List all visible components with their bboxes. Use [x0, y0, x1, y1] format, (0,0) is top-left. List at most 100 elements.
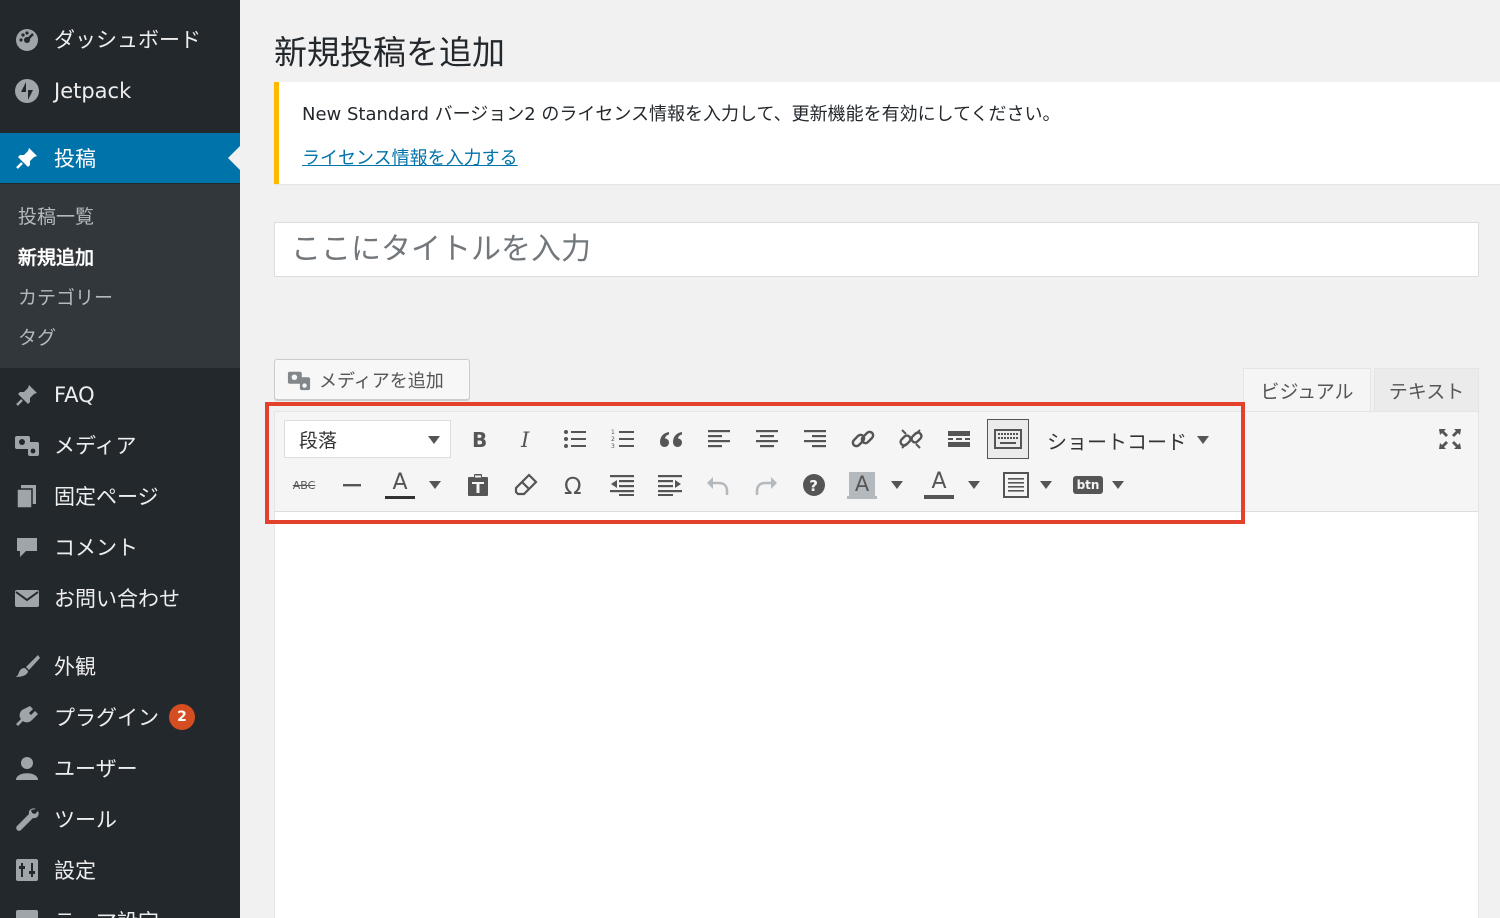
align-center-button[interactable] [749, 421, 785, 457]
shortcode-dropdown[interactable]: ショートコード [1047, 422, 1209, 458]
add-media-label: メディアを追加 [319, 370, 444, 392]
clear-formatting-button[interactable] [508, 467, 544, 503]
sidebar-item-label: メディア [54, 434, 137, 458]
bullet-list-button[interactable] [557, 421, 593, 457]
bold-button[interactable]: B [461, 421, 497, 457]
dashboard-icon [14, 26, 40, 52]
sidebar-item-label: テーマ設定 [54, 906, 159, 918]
background-color-button[interactable]: A [844, 467, 880, 503]
sidebar-item-media[interactable]: メディア [0, 420, 240, 470]
chevron-down-icon [1197, 436, 1209, 444]
font-color-letter: A [931, 469, 947, 494]
read-more-button[interactable] [941, 421, 977, 457]
svg-text:1: 1 [611, 429, 615, 436]
sidebar-item-dashboard[interactable]: ダッシュボード [0, 14, 240, 64]
italic-button[interactable]: I [509, 421, 545, 457]
align-left-button[interactable] [701, 421, 737, 457]
button-shortcode-dropdown[interactable] [1111, 467, 1125, 503]
btn-icon: btn [1072, 476, 1104, 494]
license-link[interactable]: ライセンス情報を入力する [302, 144, 518, 170]
sidebar-item-posts[interactable]: 投稿 [0, 133, 240, 183]
admin-sidebar: ダッシュボード Jetpack 投稿 投稿一覧 新規追加 カテゴリー タグ FA… [0, 0, 240, 918]
paste-text-button[interactable] [460, 467, 496, 503]
button-shortcode-button[interactable]: btn [1070, 467, 1106, 503]
posts-submenu: 投稿一覧 新規追加 カテゴリー タグ [0, 184, 240, 368]
redo-button[interactable] [748, 467, 784, 503]
settings-icon [14, 908, 40, 918]
bullet-list-icon [564, 430, 586, 448]
submenu-item-add-new[interactable]: 新規追加 [18, 243, 94, 270]
text-color-button[interactable]: A [382, 467, 418, 503]
text-color-swatch [385, 495, 415, 499]
sidebar-item-appearance[interactable]: 外観 [0, 641, 240, 691]
sidebar-item-label: 外観 [54, 655, 96, 679]
sidebar-item-users[interactable]: ユーザー [0, 743, 240, 793]
license-notice: New Standard バージョン2 のライセンス情報を入力して、更新機能を有… [274, 82, 1500, 184]
sidebar-item-tools[interactable]: ツール [0, 794, 240, 844]
help-button[interactable]: ? [796, 467, 832, 503]
chevron-down-icon [968, 481, 980, 489]
strikethrough-button[interactable]: ABC [286, 467, 322, 503]
background-color-dropdown[interactable] [890, 467, 904, 503]
outdent-button[interactable] [604, 467, 640, 503]
notice-message: New Standard バージョン2 のライセンス情報を入力して、更新機能を有… [302, 104, 1061, 125]
tab-visual[interactable]: ビジュアル [1243, 368, 1371, 412]
tab-text[interactable]: テキスト [1374, 368, 1479, 411]
text-color-letter: A [392, 469, 408, 495]
font-color-dropdown[interactable] [967, 467, 981, 503]
fullscreen-icon [1439, 429, 1461, 449]
editor-content-area[interactable] [275, 513, 1478, 918]
mail-icon [14, 585, 40, 611]
brush-icon [14, 653, 40, 679]
read-more-icon [948, 431, 970, 447]
sidebar-item-plugins[interactable]: プラグイン 2 [0, 692, 240, 742]
indent-button[interactable] [652, 467, 688, 503]
sidebar-item-jetpack[interactable]: Jetpack [0, 66, 240, 116]
blockquote-button[interactable] [653, 421, 689, 457]
submenu-item-all-posts[interactable]: 投稿一覧 [18, 202, 94, 229]
post-title-input[interactable] [274, 222, 1479, 277]
submenu-item-categories[interactable]: カテゴリー [18, 283, 113, 310]
fullscreen-button[interactable] [1432, 421, 1468, 457]
sidebar-item-theme-settings[interactable]: テーマ設定 [0, 896, 240, 918]
numbered-list-button[interactable]: 123 [605, 421, 641, 457]
insert-link-button[interactable] [845, 421, 881, 457]
font-color-icon: A [924, 471, 954, 499]
sidebar-item-label: 固定ページ [54, 485, 159, 509]
special-character-button[interactable]: Ω [556, 467, 592, 503]
font-color-button[interactable]: A [921, 467, 957, 503]
submenu-item-tags[interactable]: タグ [18, 323, 56, 350]
sidebar-item-contact[interactable]: お問い合わせ [0, 573, 240, 623]
shortcode-label: ショートコード [1047, 429, 1187, 454]
svg-text:3: 3 [611, 443, 615, 450]
text-color-dropdown[interactable] [428, 467, 442, 503]
italic-icon: I [520, 428, 530, 450]
remove-link-button[interactable] [893, 421, 929, 457]
paragraph-box-button[interactable] [998, 467, 1034, 503]
sidebar-item-label: プラグイン [54, 706, 159, 730]
add-media-button[interactable]: メディアを追加 [274, 359, 470, 400]
toolbar-toggle-button[interactable] [987, 419, 1029, 459]
svg-text:I: I [520, 428, 530, 450]
outdent-icon [610, 475, 634, 496]
user-icon [14, 755, 40, 781]
align-right-button[interactable] [797, 421, 833, 457]
paragraph-box-dropdown[interactable] [1039, 467, 1053, 503]
settings-icon [14, 857, 40, 883]
align-center-icon [756, 430, 778, 448]
sidebar-item-settings[interactable]: 設定 [0, 845, 240, 895]
sidebar-item-pages[interactable]: 固定ページ [0, 471, 240, 521]
horizontal-line-button[interactable] [334, 467, 370, 503]
sidebar-item-label: ダッシュボード [54, 28, 201, 52]
undo-button[interactable] [700, 467, 736, 503]
align-left-icon [708, 430, 730, 448]
sidebar-item-label: ユーザー [54, 757, 138, 781]
content-editor: 段落 B I 123 ショートコード ABC A Ω ? A A btn [274, 411, 1479, 918]
chevron-down-icon [429, 481, 441, 489]
comment-icon [14, 534, 40, 560]
sidebar-item-label: ツール [54, 808, 117, 832]
format-select[interactable]: 段落 [284, 420, 451, 458]
sidebar-item-faq[interactable]: FAQ [0, 370, 240, 420]
media-icon [287, 368, 311, 392]
sidebar-item-comments[interactable]: コメント [0, 522, 240, 572]
